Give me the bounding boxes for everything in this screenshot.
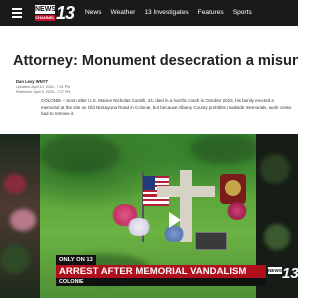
nav-item-13-investigates[interactable]: 13 Investigates: [144, 0, 188, 26]
nav-item-sports[interactable]: Sports: [233, 0, 252, 26]
play-icon[interactable]: [169, 212, 181, 228]
logo-number: 13: [56, 3, 75, 23]
video-blur-left: [0, 134, 40, 298]
station-bug-logo: NEWS 13: [268, 264, 299, 286]
main-nav: News Weather 13 Investigates Features Sp…: [85, 0, 261, 26]
bug-word: NEWS: [268, 267, 282, 274]
exclusive-tag: ONLY ON 13: [56, 255, 96, 265]
nav-item-features[interactable]: Features: [198, 0, 224, 26]
station-logo[interactable]: NEWS CHANNEL 13: [35, 2, 75, 24]
nav-item-weather[interactable]: Weather: [111, 0, 136, 26]
lower-third-location: COLONIE: [56, 278, 266, 286]
top-navigation-bar: NEWS CHANNEL 13 News Weather 13 Investig…: [0, 0, 298, 26]
author-byline[interactable]: Dan Levy WNYT: [16, 79, 48, 84]
logo-word: NEWS: [35, 5, 56, 14]
memorial-plaque: [195, 232, 227, 250]
logo-channel: CHANNEL: [35, 15, 55, 21]
article-body-paragraph: COLONIE – Soon after U.S. Marine Nichola…: [41, 98, 292, 116]
published-timestamp: Published: April 8, 2025 - 7:27 PM: [16, 90, 71, 94]
bug-number: 13: [282, 265, 299, 282]
lower-third-headline: ARREST AFTER MEMORIAL VANDALISM: [56, 265, 266, 278]
menu-icon[interactable]: [12, 8, 22, 18]
updated-timestamp: Updated: April 10, 2025 - 7:01 PM: [16, 85, 71, 89]
article-headline: Attorney: Monument desecration a misunde…: [13, 53, 298, 69]
nav-item-news[interactable]: News: [85, 0, 102, 26]
flowers-right: [226, 202, 248, 220]
